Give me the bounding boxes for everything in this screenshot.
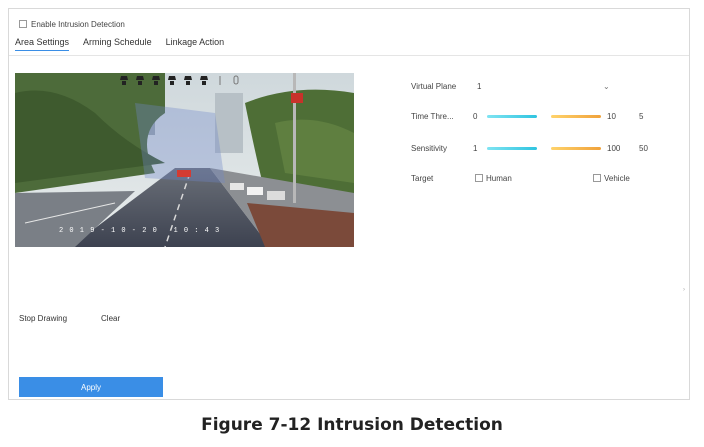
stop-drawing-button[interactable]: Stop Drawing <box>19 314 67 323</box>
osd-date: 2 0 1 9 - 1 0 - 2 0 <box>59 227 158 235</box>
target-label: Target <box>411 173 434 183</box>
sensitivity-label: Sensitivity <box>411 143 448 153</box>
enable-intrusion-row[interactable]: Enable Intrusion Detection <box>19 17 125 31</box>
sensitivity-value: 50 <box>639 143 648 153</box>
intrusion-detection-panel: Enable Intrusion Detection Area Settings… <box>8 8 690 400</box>
drawing-actions: Stop Drawing Clear <box>19 314 120 323</box>
osd-timestamp: 2 0 1 9 - 1 0 - 2 0 1 0 : 4 3 <box>59 227 220 235</box>
time-threshold-min: 0 <box>473 111 478 121</box>
sensitivity-row: Sensitivity 1 100 50 <box>411 141 681 155</box>
time-threshold-value: 5 <box>639 111 644 121</box>
camera-icon[interactable] <box>119 75 129 86</box>
sensitivity-max: 100 <box>607 143 621 153</box>
vehicle-checkbox[interactable] <box>593 174 601 182</box>
figure-caption: Figure 7-12 Intrusion Detection <box>201 415 503 435</box>
camera-preview[interactable] <box>15 73 354 247</box>
time-threshold-label: Time Thre... <box>411 111 454 121</box>
time-threshold-slider-right[interactable] <box>551 115 601 118</box>
mouse-icon[interactable] <box>231 75 241 86</box>
chevron-down-icon[interactable]: ⌄ <box>603 82 610 91</box>
virtual-plane-row[interactable]: Virtual Plane 1 ⌄ <box>411 79 681 93</box>
sensitivity-min: 1 <box>473 143 478 153</box>
camera-icon[interactable] <box>135 75 145 86</box>
time-threshold-slider-left[interactable] <box>487 115 537 118</box>
sensitivity-slider-left[interactable] <box>487 147 537 150</box>
scroll-indicator[interactable]: › <box>683 287 685 293</box>
tab-area-settings[interactable]: Area Settings <box>15 37 70 51</box>
enable-checkbox[interactable] <box>19 20 27 28</box>
camera-icon[interactable] <box>183 75 193 86</box>
human-label: Human <box>486 173 512 183</box>
apply-button[interactable]: Apply <box>19 377 163 397</box>
tab-arming-schedule[interactable]: Arming Schedule <box>83 37 152 51</box>
time-threshold-row: Time Thre... 0 10 5 <box>411 109 681 123</box>
tab-linkage-action[interactable]: Linkage Action <box>166 37 225 51</box>
human-checkbox[interactable] <box>475 174 483 182</box>
vehicle-label: Vehicle <box>604 173 630 183</box>
virtual-plane-value[interactable]: 1 <box>477 82 481 91</box>
time-threshold-max: 10 <box>607 111 616 121</box>
camera-icon[interactable] <box>167 75 177 86</box>
tab-divider <box>9 55 689 56</box>
camera-icon[interactable] <box>199 75 209 86</box>
sensitivity-slider-right[interactable] <box>551 147 601 150</box>
virtual-plane-label: Virtual Plane <box>411 81 457 91</box>
tab-bar: Area Settings Arming Schedule Linkage Ac… <box>15 37 224 51</box>
target-row: Target Human Vehicle <box>411 171 681 185</box>
camera-icon[interactable] <box>151 75 161 86</box>
osd-clock: 1 0 : 4 3 <box>173 227 221 235</box>
enable-label: Enable Intrusion Detection <box>31 19 125 29</box>
divider-icon <box>215 75 225 86</box>
target-human-option[interactable]: Human <box>475 174 512 183</box>
clear-button[interactable]: Clear <box>101 314 120 323</box>
target-vehicle-option[interactable]: Vehicle <box>593 174 630 183</box>
preview-toolbar <box>119 73 241 87</box>
camera-scene <box>15 73 354 247</box>
